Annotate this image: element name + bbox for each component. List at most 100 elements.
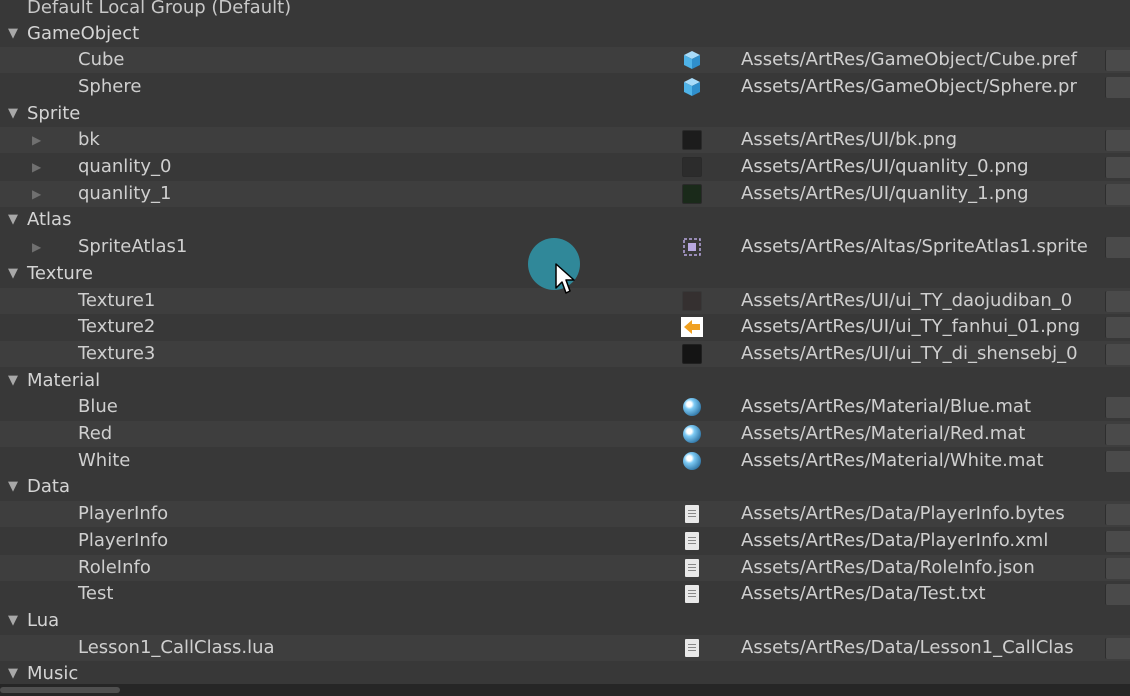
group-row[interactable]: ▼ Material [0, 367, 1130, 394]
group-row[interactable]: ▼ Sprite [0, 100, 1130, 127]
fold-right-icon[interactable]: ▶ [32, 127, 46, 153]
asset-name: Test [78, 583, 114, 605]
sprite-dark-icon [681, 130, 703, 151]
asset-row[interactable]: ▶ quanlity_1 Assets/ArtRes/UI/quanlity_1.p… [0, 180, 1130, 207]
fold-down-icon[interactable]: ▼ [8, 207, 22, 233]
mouse-pointer-icon [555, 263, 575, 294]
asset-row[interactable]: ▶ bk Assets/ArtRes/UI/bk.png [0, 127, 1130, 154]
label-field-edge[interactable] [1105, 157, 1130, 178]
asset-row[interactable]: RoleInfo Assets/ArtRes/Data/RoleInfo.json [0, 554, 1130, 581]
asset-name: quanlity_0 [78, 156, 172, 177]
horizontal-scrollbar[interactable] [0, 684, 1130, 696]
asset-name: SpriteAtlas1 [78, 236, 188, 258]
fold-down-icon[interactable]: ▼ [8, 661, 22, 684]
asset-path: Assets/ArtRes/Material/White.mat [741, 449, 1044, 471]
label-field-edge[interactable] [1105, 584, 1130, 606]
label-field-edge[interactable] [1105, 343, 1130, 365]
material-sphere-icon [681, 451, 703, 470]
label-field-edge[interactable] [1105, 450, 1130, 472]
asset-row[interactable]: Red Assets/ArtRes/Material/Red.mat [0, 421, 1130, 447]
asset-path: Assets/ArtRes/UI/quanlity_1.png [741, 182, 1029, 204]
addressables-group-tree: Default Local Group (Default) ▼ GameObjec… [0, 0, 1130, 684]
asset-path: Assets/ArtRes/UI/ui_TY_di_shensebj_0 [741, 342, 1078, 364]
fold-down-icon[interactable]: ▼ [8, 474, 22, 500]
asset-row[interactable]: ▶ quanlity_0 Assets/ArtRes/UI/quanlity_0.p… [0, 154, 1130, 180]
fold-right-icon[interactable]: ▶ [32, 181, 46, 207]
fold-down-icon[interactable]: ▼ [8, 368, 22, 394]
asset-row[interactable]: White Assets/ArtRes/Material/White.mat [0, 447, 1130, 474]
asset-row[interactable]: Cube Assets/ArtRes/GameObject/Cube.pref [0, 47, 1130, 74]
asset-path: Assets/ArtRes/Material/Red.mat [741, 423, 1026, 444]
label-field-edge[interactable] [1105, 637, 1130, 659]
group-name: GameObject [27, 22, 140, 44]
label-field-edge[interactable] [1105, 50, 1130, 72]
fold-down-icon[interactable]: ▼ [8, 261, 22, 287]
sprite-green-icon [681, 183, 703, 204]
asset-path: Assets/ArtRes/Material/Blue.mat [741, 396, 1031, 418]
text-file-icon [681, 638, 703, 657]
default-group-header[interactable]: Default Local Group (Default) [0, 0, 1130, 21]
asset-row[interactable]: Blue Assets/ArtRes/Material/Blue.mat [0, 394, 1130, 421]
label-field-edge[interactable] [1105, 557, 1130, 579]
asset-row[interactable]: Texture3 Assets/ArtRes/UI/ui_TY_di_shense… [0, 340, 1130, 367]
label-field-edge[interactable] [1105, 130, 1130, 152]
label-field-edge[interactable] [1105, 424, 1130, 445]
sprite-gray-icon [681, 157, 703, 177]
fold-right-icon[interactable]: ▶ [32, 154, 46, 180]
asset-row[interactable]: PlayerInfo Assets/ArtRes/Data/PlayerInfo.… [0, 501, 1130, 528]
asset-name: Texture3 [78, 342, 156, 364]
material-sphere-icon [681, 398, 703, 417]
asset-name: PlayerInfo [78, 529, 169, 551]
texture-dark-icon [681, 290, 703, 311]
asset-path: Assets/ArtRes/GameObject/Cube.pref [741, 49, 1077, 71]
group-row[interactable]: ▼ GameObject [0, 20, 1130, 47]
asset-path: Assets/ArtRes/Data/Lesson1_CallClas [741, 636, 1074, 658]
asset-name: Texture1 [78, 289, 156, 311]
asset-name: White [78, 449, 131, 471]
fold-right-icon[interactable]: ▶ [32, 234, 46, 260]
asset-name: quanlity_1 [78, 182, 172, 204]
asset-name: Blue [78, 396, 118, 418]
fold-down-icon[interactable]: ▼ [8, 101, 22, 127]
label-field-edge[interactable] [1105, 76, 1130, 98]
group-name: Material [27, 369, 101, 391]
default-group-title: Default Local Group (Default) [27, 0, 292, 18]
label-field-edge[interactable] [1105, 397, 1130, 419]
prefab-cube-icon [681, 51, 703, 70]
asset-name: PlayerInfo [78, 503, 169, 525]
asset-path: Assets/ArtRes/UI/ui_TY_fanhui_01.png [741, 316, 1081, 338]
asset-row[interactable]: Lesson1_CallClass.lua Assets/ArtRes/Data/… [0, 634, 1130, 661]
group-name: Lua [27, 609, 60, 631]
asset-path: Assets/ArtRes/Data/Test.txt [741, 583, 986, 605]
group-row[interactable]: ▼ Lua [0, 607, 1130, 634]
asset-path: Assets/ArtRes/UI/quanlity_0.png [741, 156, 1029, 177]
material-sphere-icon [681, 425, 703, 443]
label-field-edge[interactable] [1105, 317, 1130, 339]
sprite-atlas-icon [681, 238, 703, 256]
label-field-edge[interactable] [1105, 237, 1130, 259]
prefab-cube-icon [681, 77, 703, 96]
label-field-edge[interactable] [1105, 290, 1130, 312]
text-file-icon [681, 585, 703, 604]
group-row[interactable]: ▼ Atlas [0, 207, 1130, 234]
label-field-edge[interactable] [1105, 183, 1130, 205]
label-field-edge[interactable] [1105, 530, 1130, 552]
asset-row[interactable]: Test Assets/ArtRes/Data/Test.txt [0, 581, 1130, 608]
group-name: Texture [27, 262, 93, 284]
fold-down-icon[interactable]: ▼ [8, 21, 22, 47]
texture-orange-icon [681, 317, 703, 338]
asset-path: Assets/ArtRes/Altas/SpriteAtlas1.sprite [741, 236, 1088, 258]
fold-down-icon[interactable]: ▼ [8, 608, 22, 634]
group-name: Music [27, 663, 79, 684]
asset-name: Texture2 [78, 316, 156, 338]
asset-name: Lesson1_CallClass.lua [78, 636, 275, 658]
scrollbar-thumb[interactable] [0, 687, 120, 693]
group-row[interactable]: ▼ Music [0, 661, 1130, 684]
label-field-edge[interactable] [1105, 504, 1130, 526]
group-name: Sprite [27, 102, 81, 124]
asset-row[interactable]: Sphere Assets/ArtRes/GameObject/Sphere.pr [0, 73, 1130, 100]
asset-row[interactable]: PlayerInfo Assets/ArtRes/Data/PlayerInfo.… [0, 527, 1130, 554]
asset-row[interactable]: Texture2 Assets/ArtRes/UI/ui_TY_fanhui_01… [0, 314, 1130, 341]
group-row[interactable]: ▼ Data [0, 474, 1130, 501]
asset-path: Assets/ArtRes/Data/RoleInfo.json [741, 556, 1035, 578]
